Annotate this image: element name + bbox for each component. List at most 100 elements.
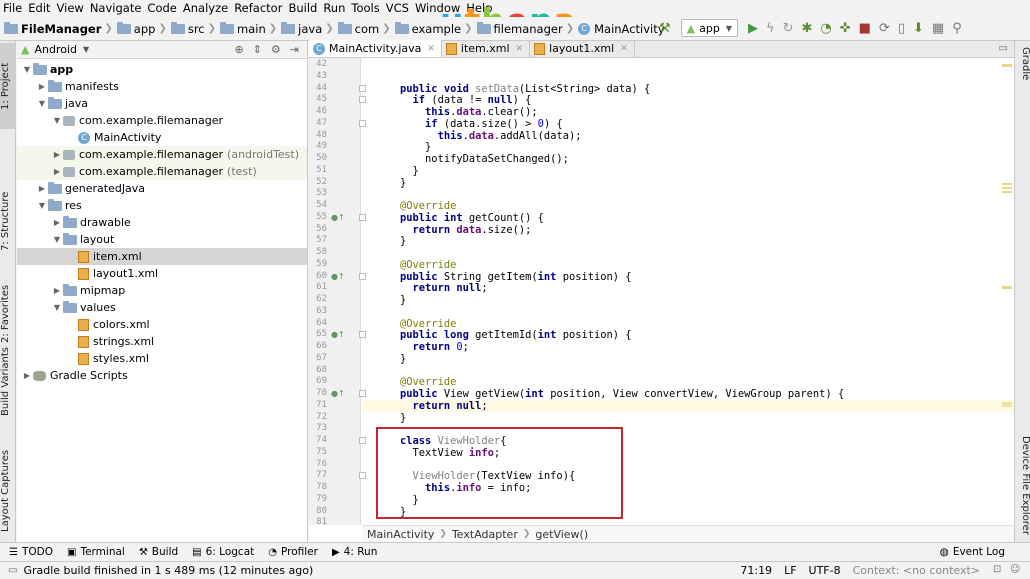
tool-window-button[interactable]: ▣ Terminal [67,546,125,558]
hide-panel-icon[interactable]: ⇥ [290,43,299,56]
menu-file[interactable]: File [0,0,25,17]
chevron-right-icon[interactable]: ▶ [51,150,63,159]
chevron-down-icon[interactable]: ▼ [51,303,63,312]
fold-marker-icon[interactable] [359,472,366,480]
project-tool-tab[interactable]: 1: Project [0,43,16,129]
menu-tools[interactable]: Tools [348,0,382,17]
apply-changes-icon[interactable]: ϟ [766,21,775,36]
tree-item[interactable]: ▼ app [17,61,307,78]
editor-tab[interactable]: C MainActivity.java ✕ [309,40,442,57]
breadcrumb-item[interactable]: filemanager ❯ [476,21,579,36]
tree-item[interactable]: ▶ drawable [17,214,307,231]
menu-view[interactable]: View [54,0,87,17]
close-icon[interactable]: ✕ [620,44,628,54]
menu-run[interactable]: Run [320,0,348,17]
locate-icon[interactable]: ⊕ [234,43,243,56]
tree-item[interactable]: ▼ layout [17,231,307,248]
inspector-icon[interactable]: ☺ [1010,564,1020,575]
close-icon[interactable]: ✕ [516,44,524,54]
tree-item[interactable]: ▶ com.example.filemanager (androidTest) [17,146,307,163]
tree-item[interactable]: item.xml [17,248,307,265]
tree-item[interactable]: layout1.xml [17,265,307,282]
tool-window-button[interactable]: ◔ Profiler [268,546,318,558]
chevron-right-icon[interactable]: ▶ [51,218,63,227]
menu-edit[interactable]: Edit [25,0,53,17]
chevron-right-icon[interactable]: ▶ [21,371,33,380]
chevron-down-icon[interactable]: ▼ [21,65,33,74]
apply-code-icon[interactable]: ↻ [783,21,794,36]
chevron-right-icon[interactable]: ▶ [51,167,63,176]
fold-marker-icon[interactable] [359,96,366,104]
tree-item[interactable]: colors.xml [17,316,307,333]
breadcrumb-item[interactable]: C MainActivity [578,22,665,36]
run-config-select[interactable]: ▲ app ▼ [680,19,738,37]
tree-item[interactable]: ▶ generatedJava [17,180,307,197]
tree-item[interactable]: ▶ com.example.filemanager (test) [17,163,307,180]
tree-item[interactable]: ▼ res [17,197,307,214]
editor-tab[interactable]: item.xml ✕ [442,40,531,57]
fold-marker-icon[interactable] [359,119,366,127]
chevron-down-icon[interactable]: ▼ [36,201,48,210]
collapse-all-icon[interactable]: ⇕ [253,43,262,56]
editor-breadcrumb-item[interactable]: TextAdapter [452,528,518,541]
tree-item[interactable]: styles.xml [17,350,307,367]
file-encoding[interactable]: UTF-8 [809,564,841,577]
tree-item[interactable]: ▶ mipmap [17,282,307,299]
breadcrumb-item[interactable]: java ❯ [281,21,338,36]
tree-item[interactable]: ▼ values [17,299,307,316]
event-log-button[interactable]: ◍ Event Log [940,546,1005,558]
chevron-down-icon[interactable]: ▼ [51,116,63,125]
fold-marker-icon[interactable] [359,331,366,339]
breadcrumb-item[interactable]: main ❯ [220,21,281,36]
tool-window-button[interactable]: ⚒ Build [139,546,178,558]
breadcrumb-item[interactable]: example ❯ [394,21,477,36]
tree-item[interactable]: ▼ com.example.filemanager [17,112,307,129]
breadcrumb-item[interactable]: src ❯ [170,21,220,36]
make-project-icon[interactable]: ⚒ [659,21,671,36]
breadcrumb-item[interactable]: app ❯ [116,21,171,36]
run-icon[interactable]: ▶ [748,21,758,36]
editor-breadcrumb-item[interactable]: getView() [535,528,588,541]
chevron-down-icon[interactable]: ▼ [51,235,63,244]
chevron-right-icon[interactable]: ▶ [51,286,63,295]
chevron-right-icon[interactable]: ▶ [36,184,48,193]
breadcrumb-item[interactable]: FileManager ❯ [4,21,117,36]
menu-code[interactable]: Code [144,0,179,17]
chevron-right-icon[interactable]: ▶ [36,82,48,91]
breadcrumb-item[interactable]: com ❯ [337,21,395,36]
chevron-down-icon[interactable]: ▼ [36,99,48,108]
menu-build[interactable]: Build [285,0,320,17]
menu-refactor[interactable]: Refactor [231,0,285,17]
stop-icon[interactable]: ■ [859,21,871,36]
fold-marker-icon[interactable] [359,272,366,280]
menu-analyze[interactable]: Analyze [180,0,231,17]
tool-window-button[interactable]: ☰ TODO [9,546,53,558]
tree-item[interactable]: strings.xml [17,333,307,350]
line-separator[interactable]: LF [784,564,796,577]
debug-icon[interactable]: ✱ [801,21,812,36]
fold-marker-icon[interactable] [359,390,366,397]
chevron-down-icon[interactable]: ▼ [83,45,89,54]
tool-window-button[interactable]: ▤ 6: Logcat [192,546,254,558]
lock-icon[interactable]: ⊡ [993,564,1001,575]
layout-captures-tool-tab[interactable]: Layout Captures [0,445,16,537]
project-view-select[interactable]: Android [34,43,77,56]
sync-gradle-icon[interactable]: ⟳ [879,21,890,36]
editor-tab[interactable]: layout1.xml ✕ [530,40,635,57]
tool-window-button[interactable]: ▶ 4: Run [332,546,377,558]
menu-vcs[interactable]: VCS [383,0,412,17]
tab-overflow-icon[interactable]: ▭ [999,43,1008,54]
attach-debugger-icon[interactable]: ✜ [840,21,851,36]
layout-inspector-icon[interactable]: ▦ [932,21,944,36]
search-icon[interactable]: ⚲ [952,21,962,36]
avd-manager-icon[interactable]: ▯ [898,21,905,36]
tree-item[interactable]: C MainActivity [17,129,307,146]
gear-icon[interactable]: ⚙ [271,43,281,56]
menu-navigate[interactable]: Navigate [87,0,145,17]
gradle-tool-tab[interactable]: Gradle [1015,47,1030,107]
fold-marker-icon[interactable] [359,437,366,444]
device-file-explorer-tool-tab[interactable]: Device File Explorer [1015,436,1030,540]
editor-breadcrumb-item[interactable]: MainActivity [367,528,434,541]
build-variants-tool-tab[interactable]: Build Variants [0,347,16,416]
fold-marker-icon[interactable] [359,84,366,92]
